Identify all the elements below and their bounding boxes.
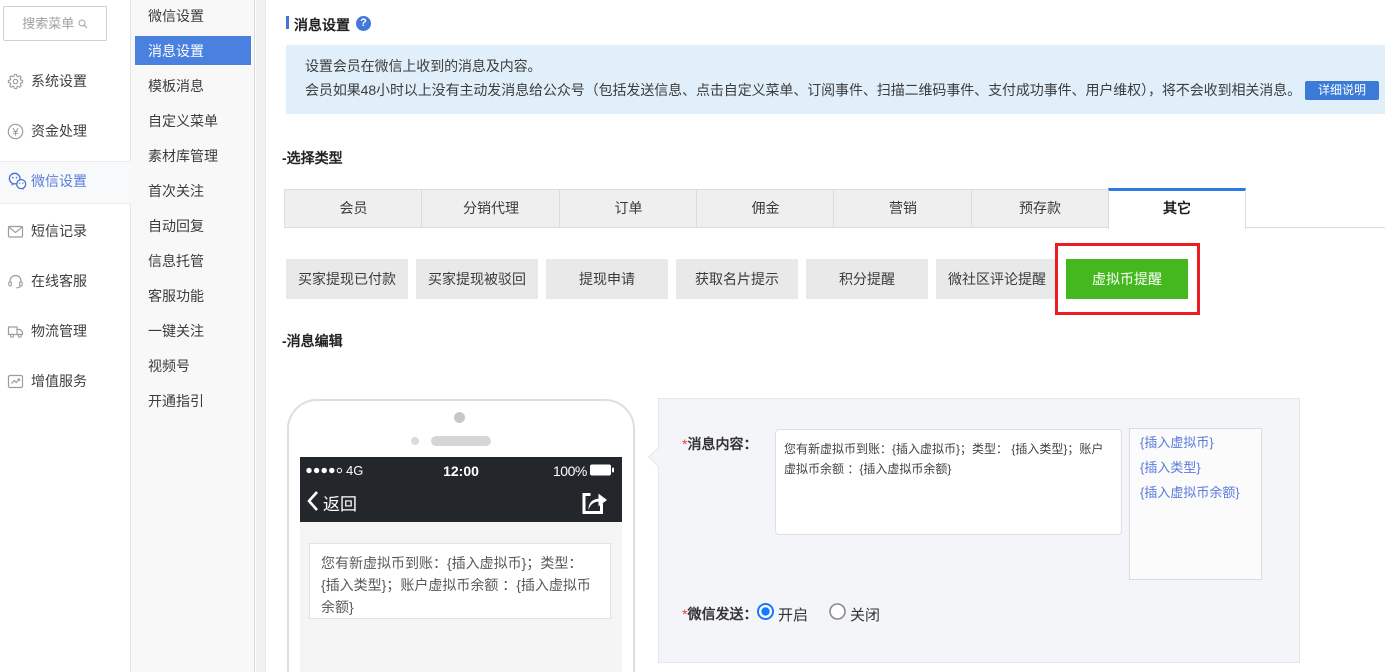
svg-text:¥: ¥ <box>11 126 19 138</box>
